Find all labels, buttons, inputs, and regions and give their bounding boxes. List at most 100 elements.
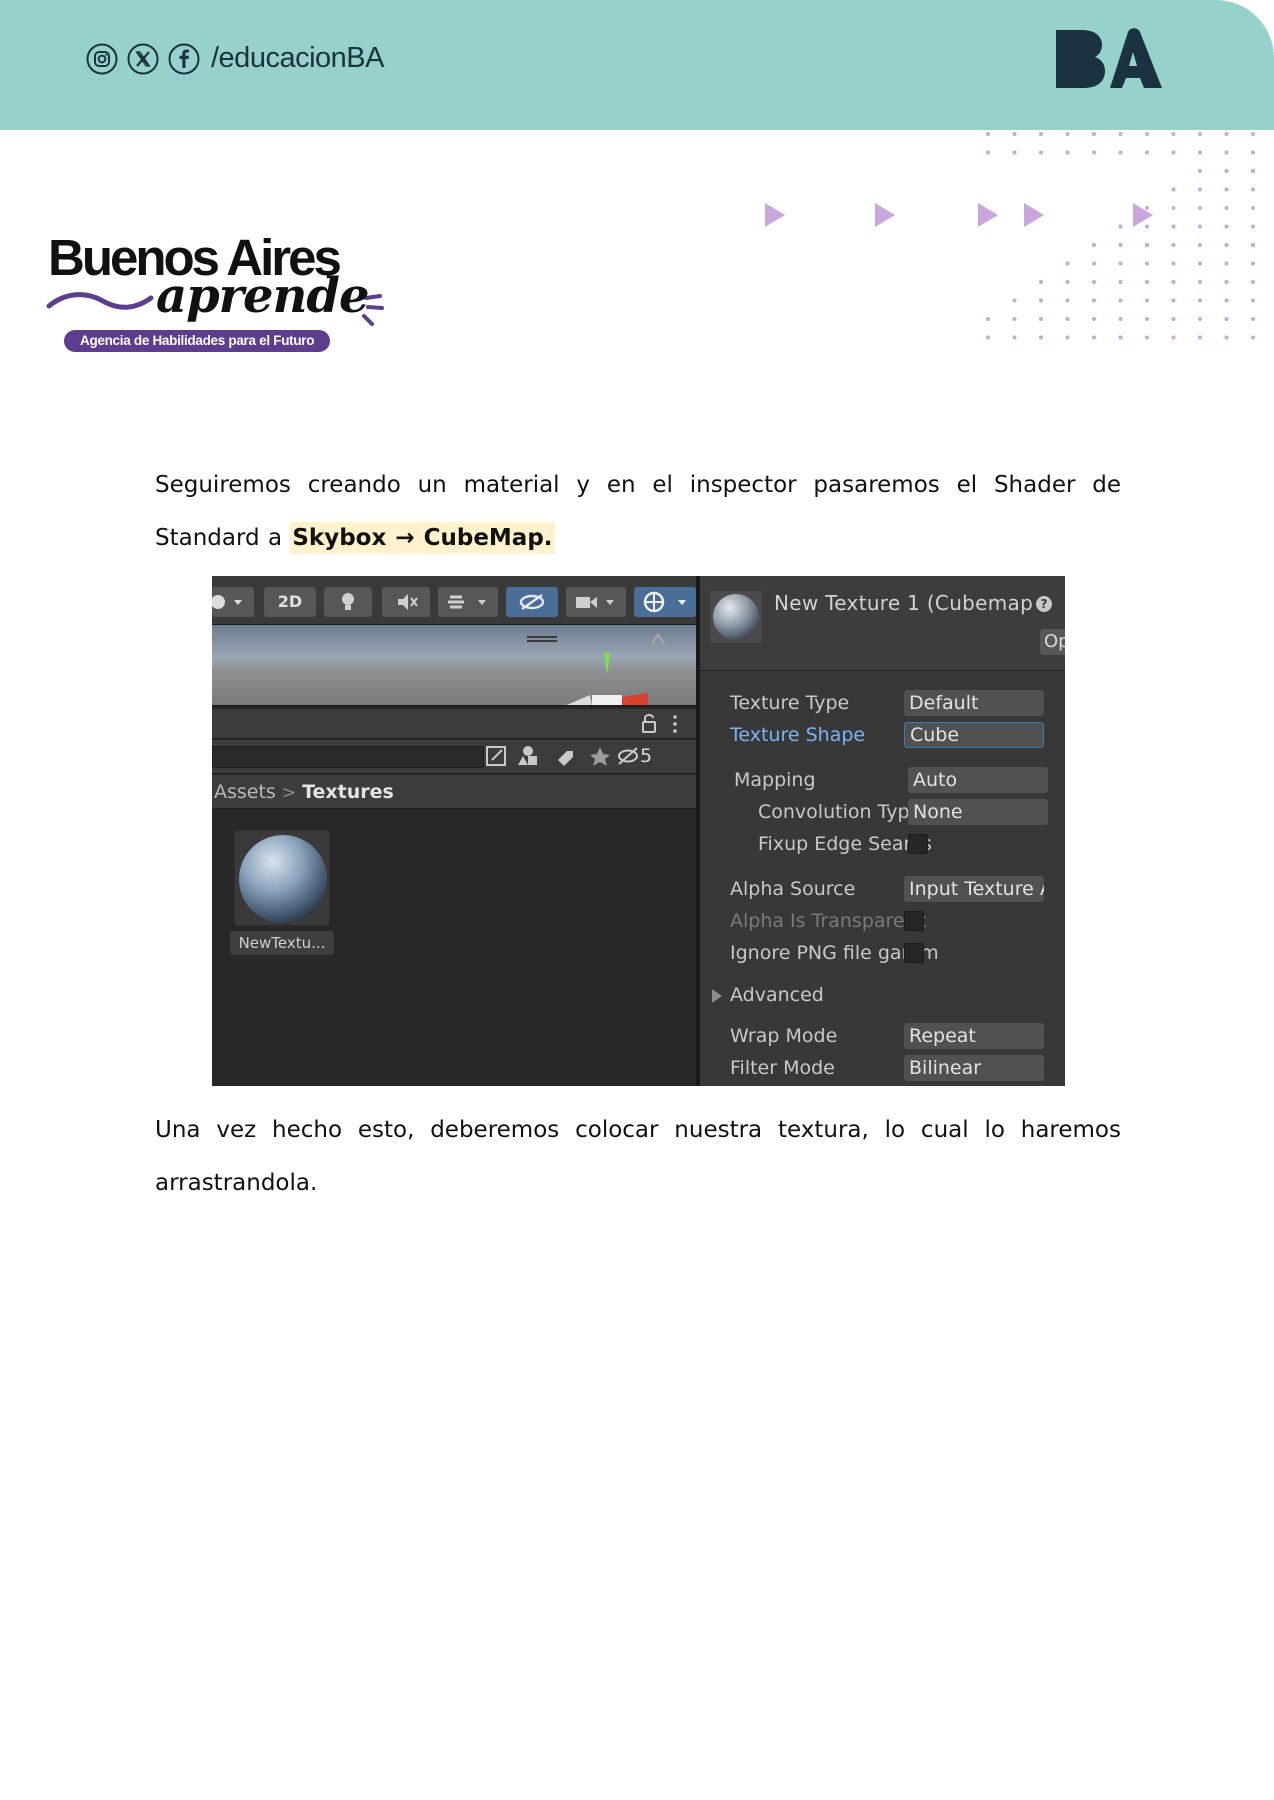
- decor-dot: [1224, 132, 1229, 136]
- decor-dot: [1092, 243, 1096, 247]
- decor-dot: [1171, 150, 1176, 155]
- decor-dot: [1251, 132, 1255, 136]
- decor-dot: [1065, 150, 1070, 155]
- decor-dot: [1092, 150, 1096, 155]
- lock-icon[interactable]: [212, 709, 696, 739]
- alpha-transparency-checkbox[interactable]: [904, 911, 924, 931]
- decor-dot: [1198, 243, 1202, 247]
- paragraph-intro: Seguiremos creando un material y en el i…: [155, 459, 1121, 565]
- camera-dropdown[interactable]: [566, 587, 626, 617]
- filter-mode-label: Filter Mode: [730, 1057, 835, 1079]
- page-header: /educacionBA: [0, 0, 1274, 130]
- decor-dot: [986, 335, 990, 340]
- decor-dot: [1065, 132, 1070, 136]
- decor-dot: [1251, 317, 1255, 321]
- decor-dot: [1251, 206, 1255, 210]
- instagram-icon[interactable]: [86, 43, 118, 75]
- wrap-mode-dropdown[interactable]: Repeat: [904, 1023, 1044, 1049]
- breadcrumb: Assets > Textures: [212, 775, 696, 809]
- decor-dot: [1065, 335, 1070, 340]
- open-button[interactable]: Op: [1040, 629, 1065, 655]
- decor-dot: [1224, 317, 1229, 321]
- decor-dot: [1065, 280, 1070, 284]
- decor-dot: [1198, 206, 1202, 210]
- inspector-title: New Texture 1 (Cubemap: [774, 591, 1034, 615]
- decor-dot: [1118, 132, 1123, 136]
- decor-dot: [1039, 317, 1043, 321]
- decor-dot: [1224, 335, 1229, 340]
- breadcrumb-assets[interactable]: Assets: [214, 781, 276, 803]
- decor-dot: [1251, 169, 1255, 173]
- decor-dot: [1198, 224, 1202, 229]
- project-search-bar: 5: [212, 740, 696, 774]
- ignore-png-gamma-checkbox[interactable]: [904, 943, 924, 963]
- decor-dot: [1145, 261, 1149, 266]
- decor-dot: [1012, 298, 1017, 303]
- arrow-icon: [875, 203, 895, 227]
- help-icon[interactable]: ?: [1036, 596, 1052, 612]
- decor-dot: [1118, 298, 1123, 303]
- decor-dot: [986, 317, 990, 321]
- decor-dot: [1092, 132, 1096, 136]
- unity-editor-screenshot: 2D 5 Assets > Textures NewTextu... New T…: [212, 576, 1065, 1086]
- scene-visibility-icon[interactable]: [506, 587, 558, 617]
- decor-dot: [1171, 206, 1176, 210]
- decor-dot: [1224, 150, 1229, 155]
- fixup-edge-seams-checkbox[interactable]: [908, 834, 928, 854]
- scene-view[interactable]: [212, 625, 696, 707]
- convolution-type-dropdown[interactable]: None: [908, 799, 1048, 825]
- decor-dot: [1145, 243, 1149, 247]
- decor-dot: [1198, 280, 1202, 284]
- facebook-icon[interactable]: [168, 43, 200, 75]
- decor-dot: [1198, 261, 1202, 266]
- decor-dot: [1224, 280, 1229, 284]
- dot-grid-decoration: [986, 132, 1255, 340]
- decor-dot: [1224, 187, 1229, 192]
- breadcrumb-textures[interactable]: Textures: [302, 781, 394, 803]
- texture-type-dropdown[interactable]: Default: [904, 690, 1044, 716]
- texture-preview-icon: [710, 591, 762, 643]
- mapping-dropdown[interactable]: Auto: [908, 767, 1048, 793]
- texture-shape-dropdown[interactable]: Cube: [904, 722, 1044, 748]
- buenos-aires-aprende-logo: Buenos Aires aprende Agencia de Habilida…: [46, 228, 386, 358]
- decor-dot: [1251, 280, 1255, 284]
- x-icon[interactable]: [127, 43, 159, 75]
- cubemap-asset-thumbnail[interactable]: [234, 830, 330, 926]
- decor-dot: [1251, 187, 1255, 192]
- decor-dot: [1065, 261, 1070, 266]
- scene-gizmo: [527, 633, 665, 705]
- decor-dot: [1171, 243, 1176, 247]
- shading-mode-dropdown[interactable]: [212, 587, 254, 617]
- decor-dot: [1198, 298, 1202, 303]
- filter-mode-dropdown[interactable]: Bilinear: [904, 1055, 1044, 1081]
- lighting-toggle-icon[interactable]: [324, 587, 372, 617]
- decor-dot: [1012, 317, 1017, 321]
- advanced-foldout-icon[interactable]: [712, 989, 722, 1003]
- decor-dot: [1171, 317, 1176, 321]
- effects-dropdown[interactable]: [438, 587, 498, 617]
- decor-dot: [1039, 298, 1043, 303]
- highlighted-shader-path: Skybox → CubeMap.: [290, 522, 555, 554]
- decor-dot: [1145, 335, 1149, 340]
- audio-mute-icon[interactable]: [382, 587, 430, 617]
- gizmos-dropdown[interactable]: [634, 587, 696, 617]
- decor-dot: [1145, 150, 1149, 155]
- decor-dot: [1251, 261, 1255, 266]
- alpha-source-dropdown[interactable]: Input Texture A: [904, 876, 1044, 902]
- decor-dot: [1065, 298, 1070, 303]
- decor-dot: [1171, 261, 1176, 266]
- asset-name-label[interactable]: NewTextu...: [230, 931, 334, 955]
- toggle-2d-button[interactable]: 2D: [264, 587, 316, 617]
- advanced-foldout-label[interactable]: Advanced: [730, 984, 824, 1006]
- decor-dot: [1171, 132, 1176, 136]
- decor-dot: [986, 150, 990, 155]
- decor-dot: [1039, 132, 1043, 136]
- decor-dot: [1092, 317, 1096, 321]
- decor-dot: [1092, 335, 1096, 340]
- decor-dot: [1145, 132, 1149, 136]
- texture-type-label: Texture Type: [730, 692, 850, 714]
- decor-dot: [1145, 280, 1149, 284]
- fixup-edge-seams-label: Fixup Edge Seams: [758, 833, 932, 855]
- social-handle[interactable]: /educacionBA: [211, 42, 384, 75]
- decor-dot: [1118, 280, 1123, 284]
